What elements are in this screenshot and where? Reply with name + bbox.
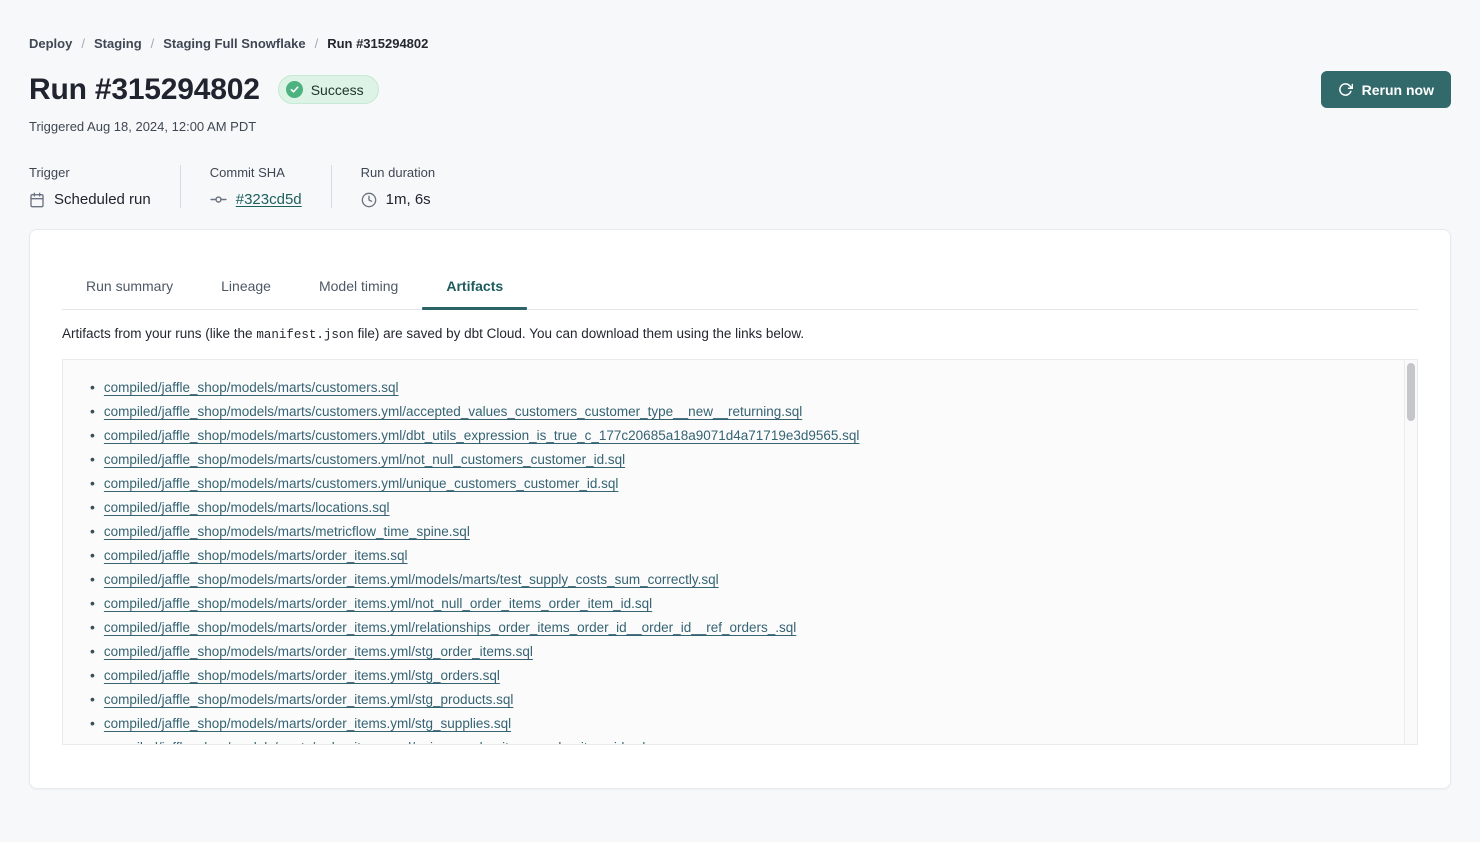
- list-item: compiled/jaffle_shop/models/marts/order_…: [104, 711, 1393, 735]
- list-item: compiled/jaffle_shop/models/marts/custom…: [104, 447, 1393, 471]
- run-duration-label: Run duration: [361, 165, 435, 180]
- artifact-link[interactable]: compiled/jaffle_shop/models/marts/custom…: [104, 380, 399, 395]
- artifact-link[interactable]: compiled/jaffle_shop/models/marts/order_…: [104, 548, 408, 563]
- artifact-link[interactable]: compiled/jaffle_shop/models/marts/metric…: [104, 524, 470, 539]
- list-item: compiled/jaffle_shop/models/marts/custom…: [104, 375, 1393, 399]
- artifact-link[interactable]: compiled/jaffle_shop/models/marts/order_…: [104, 572, 719, 587]
- status-badge: Success: [278, 75, 379, 104]
- artifacts-description: Artifacts from your runs (like the manif…: [62, 326, 1418, 342]
- run-duration-value: 1m, 6s: [386, 191, 431, 208]
- list-item: compiled/jaffle_shop/models/marts/order_…: [104, 687, 1393, 711]
- breadcrumb-job[interactable]: Staging Full Snowflake: [163, 36, 305, 51]
- artifact-link[interactable]: compiled/jaffle_shop/models/marts/order_…: [104, 692, 513, 707]
- breadcrumb-separator: /: [151, 36, 155, 51]
- tab-run-summary[interactable]: Run summary: [62, 276, 197, 309]
- tab-artifacts[interactable]: Artifacts: [422, 276, 527, 309]
- list-item: compiled/jaffle_shop/models/marts/order_…: [104, 639, 1393, 663]
- calendar-icon: [29, 192, 45, 208]
- list-item: compiled/jaffle_shop/models/marts/order_…: [104, 567, 1393, 591]
- tab-bar: Run summary Lineage Model timing Artifac…: [62, 276, 1418, 310]
- artifact-link[interactable]: compiled/jaffle_shop/models/marts/order_…: [104, 740, 646, 746]
- artifact-file-list-container: compiled/jaffle_shop/models/marts/custom…: [62, 359, 1418, 745]
- refresh-icon: [1338, 82, 1353, 97]
- header: Run #315294802 Success Rerun now: [29, 71, 1451, 108]
- list-item: compiled/jaffle_shop/models/marts/order_…: [104, 615, 1393, 639]
- artifacts-description-text: Artifacts from your runs (like the: [62, 326, 256, 341]
- list-item: compiled/jaffle_shop/models/marts/locati…: [104, 495, 1393, 519]
- page-title: Run #315294802: [29, 73, 260, 107]
- status-badge-label: Success: [311, 82, 364, 98]
- scrollbar-track[interactable]: [1404, 360, 1417, 744]
- trigger-label: Trigger: [29, 165, 151, 180]
- artifacts-description-text: file) are saved by dbt Cloud. You can do…: [354, 326, 804, 341]
- breadcrumb-staging[interactable]: Staging: [94, 36, 142, 51]
- rerun-now-button[interactable]: Rerun now: [1321, 71, 1451, 108]
- list-item: compiled/jaffle_shop/models/marts/custom…: [104, 423, 1393, 447]
- artifact-link[interactable]: compiled/jaffle_shop/models/marts/custom…: [104, 476, 618, 491]
- artifact-link[interactable]: compiled/jaffle_shop/models/marts/locati…: [104, 500, 390, 515]
- list-item: compiled/jaffle_shop/models/marts/order_…: [104, 663, 1393, 687]
- breadcrumb-current-run: Run #315294802: [327, 36, 428, 51]
- triggered-timestamp: Triggered Aug 18, 2024, 12:00 AM PDT: [29, 119, 1451, 134]
- run-detail-card: Run summary Lineage Model timing Artifac…: [29, 229, 1451, 789]
- breadcrumb-separator: /: [315, 36, 319, 51]
- run-meta-row: Trigger Scheduled run Commit SHA #323cd5…: [29, 165, 1451, 208]
- list-item: compiled/jaffle_shop/models/marts/metric…: [104, 519, 1393, 543]
- list-item: compiled/jaffle_shop/models/marts/order_…: [104, 543, 1393, 567]
- list-item: compiled/jaffle_shop/models/marts/order_…: [104, 591, 1393, 615]
- tab-model-timing[interactable]: Model timing: [295, 276, 422, 309]
- breadcrumb-separator: /: [81, 36, 85, 51]
- manifest-json-code: manifest.json: [256, 328, 354, 342]
- artifact-link[interactable]: compiled/jaffle_shop/models/marts/order_…: [104, 716, 511, 731]
- artifact-link[interactable]: compiled/jaffle_shop/models/marts/order_…: [104, 644, 533, 659]
- scrollbar-thumb[interactable]: [1407, 363, 1415, 421]
- clock-icon: [361, 192, 377, 208]
- artifact-link[interactable]: compiled/jaffle_shop/models/marts/order_…: [104, 668, 500, 683]
- artifact-link[interactable]: compiled/jaffle_shop/models/marts/custom…: [104, 404, 802, 419]
- meta-commit: Commit SHA #323cd5d: [180, 165, 331, 208]
- trigger-value: Scheduled run: [54, 191, 151, 208]
- artifact-link[interactable]: compiled/jaffle_shop/models/marts/order_…: [104, 596, 652, 611]
- artifact-link[interactable]: compiled/jaffle_shop/models/marts/custom…: [104, 428, 860, 443]
- list-item: compiled/jaffle_shop/models/marts/custom…: [104, 399, 1393, 423]
- list-item: compiled/jaffle_shop/models/marts/order_…: [104, 735, 1393, 745]
- breadcrumb-deploy[interactable]: Deploy: [29, 36, 72, 51]
- run-detail-page: Deploy / Staging / Staging Full Snowflak…: [0, 0, 1480, 842]
- breadcrumb: Deploy / Staging / Staging Full Snowflak…: [29, 0, 1451, 51]
- list-item: compiled/jaffle_shop/models/marts/custom…: [104, 471, 1393, 495]
- rerun-now-label: Rerun now: [1362, 82, 1434, 98]
- meta-trigger: Trigger Scheduled run: [29, 165, 180, 208]
- artifact-link[interactable]: compiled/jaffle_shop/models/marts/order_…: [104, 620, 796, 635]
- commit-sha-link[interactable]: #323cd5d: [236, 191, 302, 208]
- commit-sha-label: Commit SHA: [210, 165, 302, 180]
- tab-lineage[interactable]: Lineage: [197, 276, 295, 309]
- artifact-file-list: compiled/jaffle_shop/models/marts/custom…: [63, 360, 1417, 745]
- git-commit-icon: [210, 191, 227, 208]
- artifact-link[interactable]: compiled/jaffle_shop/models/marts/custom…: [104, 452, 625, 467]
- meta-duration: Run duration 1m, 6s: [331, 165, 464, 208]
- check-circle-icon: [286, 81, 303, 98]
